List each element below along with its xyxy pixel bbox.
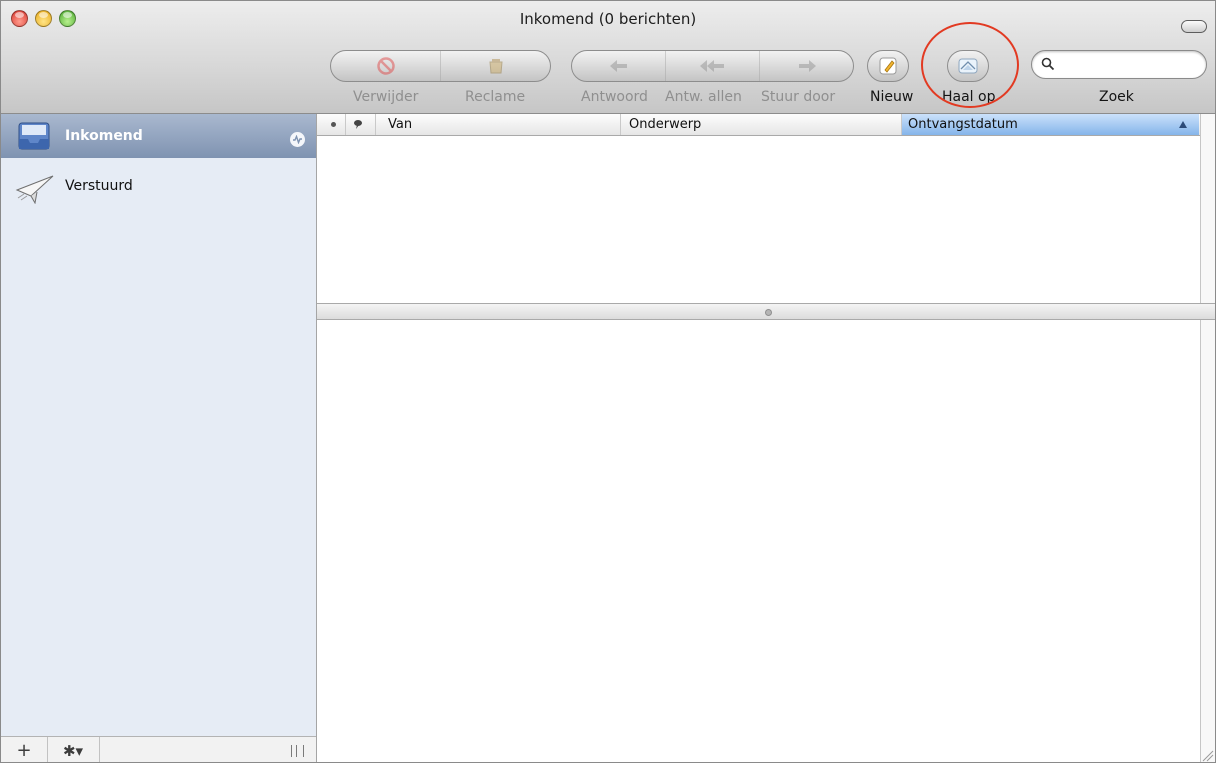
new-message-button[interactable] bbox=[867, 50, 909, 82]
junk-button[interactable] bbox=[440, 51, 550, 81]
search-field[interactable] bbox=[1031, 50, 1207, 79]
reply-button[interactable] bbox=[572, 51, 665, 81]
prohibit-icon bbox=[376, 57, 395, 75]
paper-plane-icon bbox=[15, 175, 54, 204]
forward-button[interactable] bbox=[759, 51, 853, 81]
compose-pencil-icon bbox=[879, 57, 897, 75]
splitter-handle-icon bbox=[765, 309, 772, 316]
column-from[interactable]: Van bbox=[375, 114, 620, 135]
speech-bubble-icon bbox=[354, 120, 362, 129]
reply-all-arrow-icon bbox=[699, 60, 724, 72]
add-mailbox-button[interactable]: + bbox=[1, 737, 48, 762]
mail-window: Inkomend (0 berichten) Verwijder Reclame bbox=[0, 0, 1216, 763]
action-menu-button[interactable]: ✱▾ bbox=[47, 737, 100, 762]
search-label: Zoek bbox=[1099, 89, 1134, 105]
message-list[interactable] bbox=[317, 136, 1200, 303]
forward-arrow-icon bbox=[798, 60, 816, 72]
preview-scrollbar[interactable] bbox=[1200, 320, 1215, 762]
reply-label: Antwoord bbox=[581, 89, 648, 105]
inbox-tray-icon bbox=[18, 122, 50, 150]
mailbox-sidebar: Inkomend Verstuurd + ✱▾ bbox=[1, 114, 317, 762]
reply-all-label: Antw. allen bbox=[665, 89, 742, 105]
message-list-header: Van Onderwerp Ontvangstdatum bbox=[317, 114, 1200, 136]
mailbox-sent-label: Verstuurd bbox=[65, 178, 133, 194]
junk-bag-icon bbox=[488, 59, 503, 74]
sidebar-footer: + ✱▾ bbox=[1, 736, 316, 762]
window-title: Inkomend (0 berichten) bbox=[519, 10, 697, 28]
window-resize-grip-icon[interactable] bbox=[1200, 746, 1214, 762]
toolbar-toggle-button[interactable] bbox=[1181, 20, 1207, 33]
annotation-circle bbox=[921, 22, 1019, 108]
column-date-label: Ontvangstdatum bbox=[908, 117, 1018, 132]
forward-label: Stuur door bbox=[761, 89, 836, 105]
sort-ascending-icon bbox=[1179, 121, 1187, 128]
message-list-scrollbar[interactable] bbox=[1200, 114, 1215, 303]
reply-arrow-icon bbox=[609, 60, 627, 72]
reply-group bbox=[571, 50, 854, 82]
magnifier-icon bbox=[1041, 57, 1055, 71]
column-date[interactable]: Ontvangstdatum bbox=[901, 114, 1199, 135]
new-label: Nieuw bbox=[870, 89, 914, 105]
column-subject[interactable]: Onderwerp bbox=[620, 114, 900, 135]
mailbox-sent[interactable]: Verstuurd bbox=[1, 172, 316, 216]
column-flag[interactable] bbox=[345, 114, 376, 135]
column-unread[interactable] bbox=[317, 114, 343, 135]
message-preview-pane bbox=[317, 320, 1200, 762]
reply-all-button[interactable] bbox=[665, 51, 759, 81]
title-toolbar: Inkomend (0 berichten) Verwijder Reclame bbox=[1, 1, 1215, 114]
delete-junk-group bbox=[330, 50, 551, 82]
pane-splitter[interactable] bbox=[317, 303, 1215, 320]
search-input[interactable] bbox=[1060, 54, 1198, 74]
mailbox-inbox[interactable]: Inkomend bbox=[1, 114, 316, 158]
sidebar-resize-grip-icon[interactable] bbox=[291, 745, 304, 757]
delete-button[interactable] bbox=[331, 51, 440, 81]
junk-label: Reclame bbox=[465, 89, 526, 105]
mailbox-inbox-label: Inkomend bbox=[65, 128, 143, 144]
delete-label: Verwijder bbox=[353, 89, 419, 105]
activity-icon bbox=[290, 132, 305, 147]
